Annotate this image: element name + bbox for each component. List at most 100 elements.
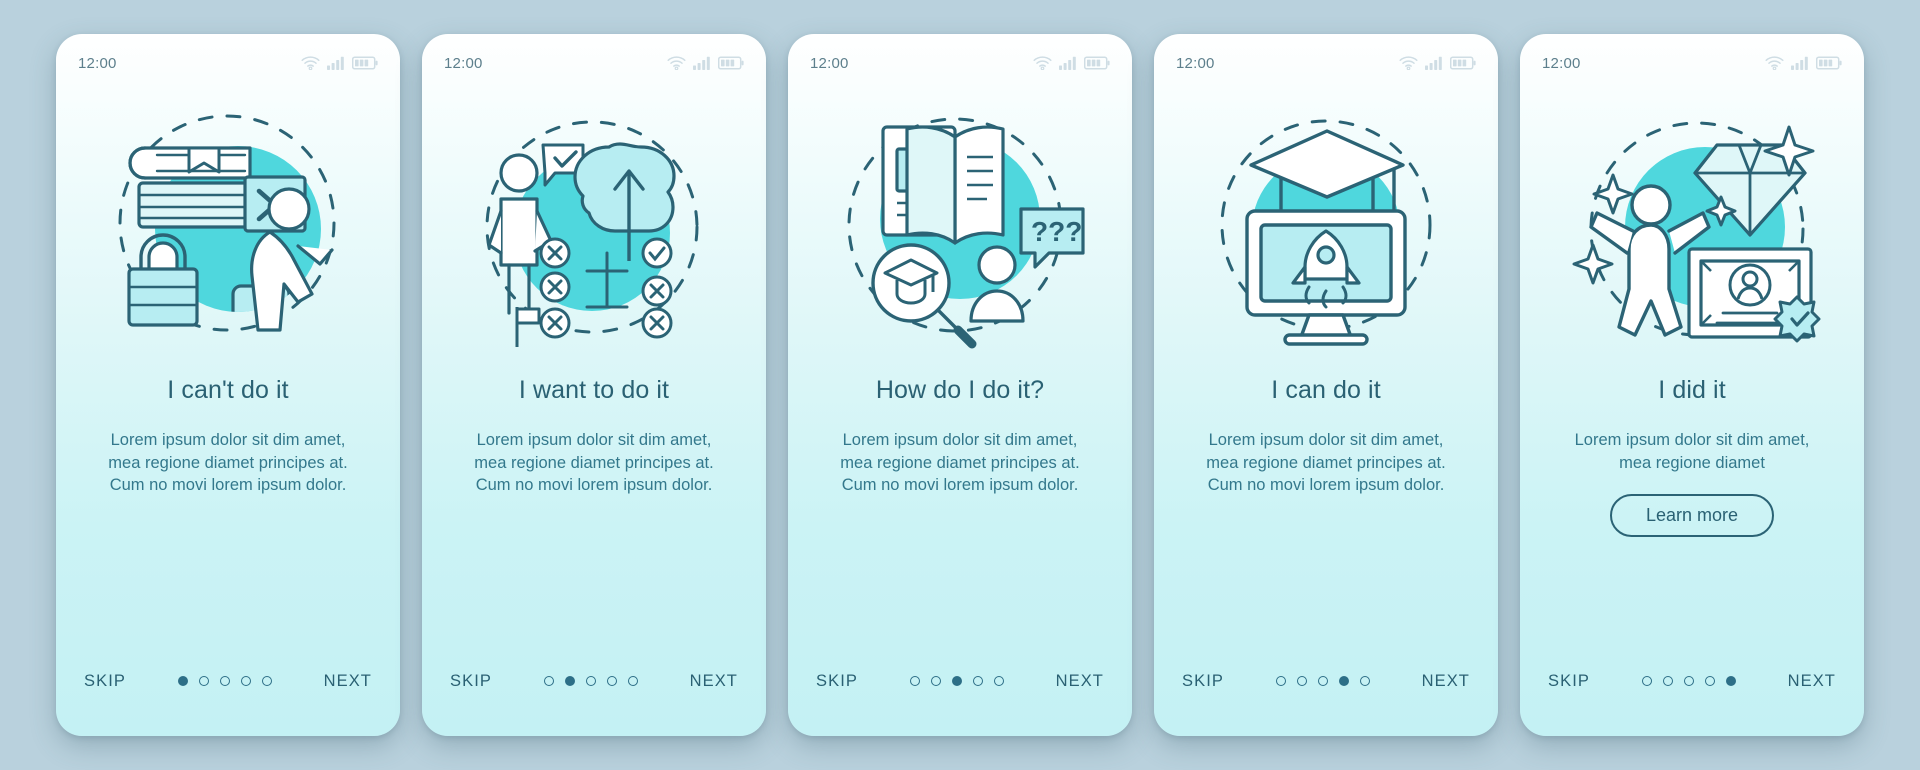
step-dot-3[interactable] — [951, 676, 962, 686]
step-indicator — [1641, 676, 1736, 686]
step-dot-5[interactable] — [627, 676, 638, 686]
onboarding-screen-1: 12:00 I can't do it Lorem ipsum dolor si… — [56, 34, 400, 736]
step-indicator — [1275, 676, 1370, 686]
battery-icon — [352, 56, 378, 70]
battery-icon — [1816, 56, 1842, 70]
status-bar-icons — [1033, 56, 1110, 70]
step-dot-1[interactable] — [1275, 676, 1286, 686]
step-dot-1[interactable] — [543, 676, 554, 686]
step-dot-5[interactable] — [993, 676, 1004, 686]
illustration-books-lock-seated-person — [56, 92, 400, 360]
step-dot-1[interactable] — [177, 676, 188, 686]
onboarding-footer: SKIP NEXT — [788, 626, 1132, 736]
wifi-icon — [1033, 56, 1052, 70]
skip-button[interactable]: SKIP — [1182, 672, 1224, 691]
step-dot-2[interactable] — [1662, 676, 1673, 686]
status-bar: 12:00 — [422, 34, 766, 92]
wifi-icon — [1765, 56, 1784, 70]
status-bar-clock: 12:00 — [1542, 54, 1581, 72]
step-dot-4[interactable] — [1338, 676, 1349, 686]
status-bar-icons — [1765, 56, 1842, 70]
page-title: How do I do it? — [875, 376, 1045, 404]
onboarding-screen-3: 12:00 ??? How do I do it? Lorem ipsum do… — [788, 34, 1132, 736]
battery-icon — [718, 56, 744, 70]
skip-button[interactable]: SKIP — [816, 672, 858, 691]
onboarding-screen-5: 12:00 I did it Lorem ipsum dolor sit dim… — [1520, 34, 1864, 736]
page-title: I want to do it — [518, 376, 670, 404]
status-bar: 12:00 — [56, 34, 400, 92]
learn-more-button[interactable]: Learn more — [1609, 494, 1775, 538]
step-dot-4[interactable] — [972, 676, 983, 686]
status-bar: 12:00 — [1154, 34, 1498, 92]
screen-content: How do I do it? Lorem ipsum dolor sit di… — [788, 360, 1132, 626]
step-indicator — [543, 676, 638, 686]
status-bar-clock: 12:00 — [78, 54, 117, 72]
next-button[interactable]: NEXT — [324, 672, 372, 691]
body-text: Lorem ipsum dolor sit dim amet, mea regi… — [1206, 431, 1446, 495]
status-bar-icons — [301, 56, 378, 70]
status-bar-clock: 12:00 — [444, 54, 483, 72]
status-bar: 12:00 — [1520, 34, 1864, 92]
illustration-open-book-magnifier-question: ??? — [788, 92, 1132, 360]
screen-content: I want to do it Lorem ipsum dolor sit di… — [422, 360, 766, 626]
cellular-signal-icon — [1059, 56, 1077, 70]
onboarding-screen-2: 12:00 I want to do it Lorem ipsum dolor … — [422, 34, 766, 736]
body-text: Lorem ipsum dolor sit dim amet, mea regi… — [840, 431, 1080, 495]
screen-content: I can do it Lorem ipsum dolor sit dim am… — [1154, 360, 1498, 626]
step-dot-2[interactable] — [564, 676, 575, 686]
skip-button[interactable]: SKIP — [84, 672, 126, 691]
status-bar: 12:00 — [788, 34, 1132, 92]
cellular-signal-icon — [1425, 56, 1443, 70]
page-title: I did it — [1658, 376, 1726, 404]
onboarding-footer: SKIP NEXT — [422, 626, 766, 736]
body-text: Lorem ipsum dolor sit dim amet, mea regi… — [108, 431, 348, 495]
step-dot-3[interactable] — [1317, 676, 1328, 686]
battery-icon — [1084, 56, 1110, 70]
next-button[interactable]: NEXT — [690, 672, 738, 691]
illustration-diamond-certificate-celebrating-person — [1520, 92, 1864, 360]
wifi-icon — [301, 56, 320, 70]
wifi-icon — [1399, 56, 1418, 70]
wifi-icon — [667, 56, 686, 70]
step-dot-4[interactable] — [1704, 676, 1715, 686]
status-bar-clock: 12:00 — [1176, 54, 1215, 72]
step-dot-3[interactable] — [219, 676, 230, 686]
skip-button[interactable]: SKIP — [450, 672, 492, 691]
step-dot-1[interactable] — [1641, 676, 1652, 686]
next-button[interactable]: NEXT — [1056, 672, 1104, 691]
step-dot-2[interactable] — [198, 676, 209, 686]
step-indicator — [177, 676, 272, 686]
onboarding-footer: SKIP NEXT — [1154, 626, 1498, 736]
status-bar-icons — [1399, 56, 1476, 70]
next-button[interactable]: NEXT — [1422, 672, 1470, 691]
step-dot-5[interactable] — [261, 676, 272, 686]
next-button[interactable]: NEXT — [1788, 672, 1836, 691]
step-dot-3[interactable] — [585, 676, 596, 686]
onboarding-screen-4: 12:00 I can do it Lorem ipsum dolor sit … — [1154, 34, 1498, 736]
svg-text:???: ??? — [1031, 216, 1082, 247]
onboarding-footer: SKIP NEXT — [1520, 626, 1864, 736]
step-dot-2[interactable] — [930, 676, 941, 686]
step-dot-5[interactable] — [1359, 676, 1370, 686]
page-title: I can't do it — [167, 376, 289, 404]
cellular-signal-icon — [1791, 56, 1809, 70]
step-dot-5[interactable] — [1725, 676, 1736, 686]
step-indicator — [909, 676, 1004, 686]
onboarding-footer: SKIP NEXT — [56, 626, 400, 736]
status-bar-clock: 12:00 — [810, 54, 849, 72]
step-dot-3[interactable] — [1683, 676, 1694, 686]
illustration-person-brain-flowchart — [422, 92, 766, 360]
illustration-graduation-cap-monitor-rocket — [1154, 92, 1498, 360]
page-title: I can do it — [1271, 376, 1381, 404]
step-dot-1[interactable] — [909, 676, 920, 686]
status-bar-icons — [667, 56, 744, 70]
cellular-signal-icon — [327, 56, 345, 70]
step-dot-4[interactable] — [606, 676, 617, 686]
step-dot-2[interactable] — [1296, 676, 1307, 686]
screen-content: I did it Lorem ipsum dolor sit dim amet,… — [1520, 360, 1864, 626]
step-dot-4[interactable] — [240, 676, 251, 686]
battery-icon — [1450, 56, 1476, 70]
skip-button[interactable]: SKIP — [1548, 672, 1590, 691]
body-text: Lorem ipsum dolor sit dim amet, mea regi… — [474, 431, 714, 495]
body-text: Lorem ipsum dolor sit dim amet, mea regi… — [1574, 431, 1810, 472]
